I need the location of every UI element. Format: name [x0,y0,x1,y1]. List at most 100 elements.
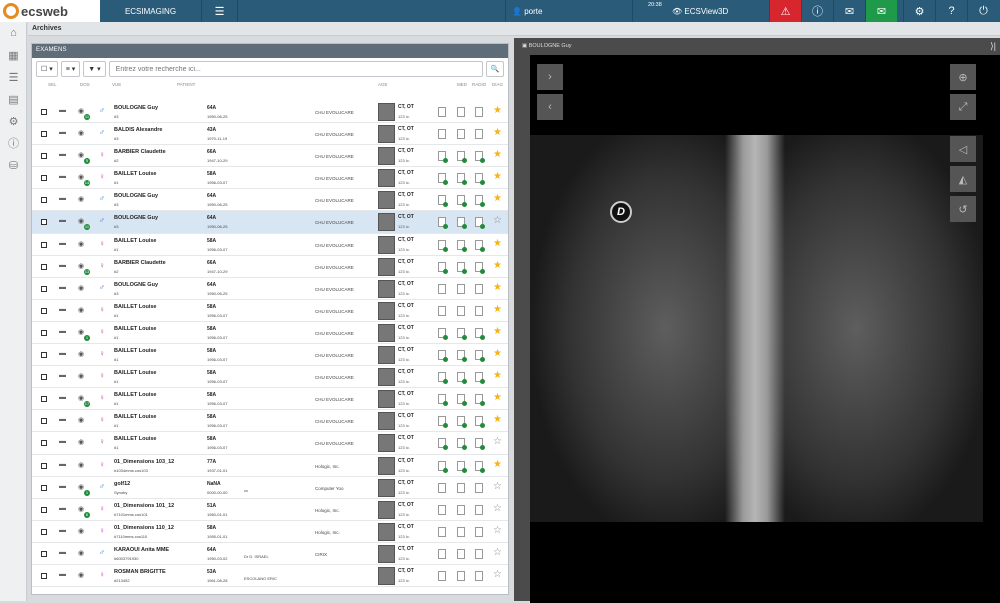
thumbnail-image[interactable] [378,213,395,232]
measure-icon[interactable]: ◁ [950,136,976,162]
radio-image-icon[interactable] [475,129,483,140]
thumbnail-image[interactable] [378,169,395,188]
filter-dropdown-button[interactable]: ▼ ▾ [83,61,106,77]
view-eye-icon[interactable]: ◉ [78,262,84,270]
fullscreen-icon[interactable]: ⤢ [950,94,976,120]
thumbnail-image[interactable] [378,368,395,387]
view-eye-icon[interactable]: ◉ [78,394,84,402]
star-icon[interactable]: ☆ [493,569,502,580]
star-icon[interactable]: ☆ [493,215,502,226]
chat-icon[interactable]: ✉ [833,0,865,22]
col-radio[interactable]: RADIO [472,82,486,87]
patient-name[interactable]: BAILLET Louise [114,326,156,332]
row-checkbox[interactable] [41,440,47,447]
star-icon[interactable]: ★ [493,260,502,271]
radio-image-icon[interactable] [475,173,485,186]
row-checkbox[interactable] [41,307,47,314]
alert-warning-icon[interactable]: ⚠ [769,0,801,22]
med-document-icon[interactable] [457,504,465,515]
radio-image-icon[interactable] [475,107,483,117]
row-checkbox[interactable] [41,285,47,292]
med-document-icon[interactable] [457,305,465,316]
view-eye-icon[interactable]: ◉ [78,151,84,159]
row-checkbox[interactable] [41,241,47,248]
report-clipboard-icon[interactable] [438,460,448,473]
patient-name[interactable]: golf12 [114,481,130,487]
radio-image-icon[interactable] [475,504,483,515]
med-document-icon[interactable] [457,526,465,537]
radio-image-icon[interactable] [475,261,485,274]
report-clipboard-icon[interactable] [438,327,448,340]
radio-image-icon[interactable] [475,438,485,451]
view-eye-icon[interactable]: ◉ [78,483,84,491]
table-row[interactable]: ▬ ◉ ♀ BAILLET Louise #1 58A 1956-03-07 CHU EVOL… [32,432,508,455]
folder-icon[interactable]: ▬ [59,173,66,180]
radio-image-icon[interactable] [475,217,485,230]
med-document-icon[interactable] [457,327,467,340]
thumbnail-image[interactable] [378,456,395,475]
patient-name[interactable]: 01_Dimensions 110_12 [114,525,174,531]
row-checkbox[interactable] [41,219,47,226]
med-document-icon[interactable] [457,548,465,559]
thumbnail-image[interactable] [378,544,395,563]
patient-name[interactable]: BALDIS Alexandre [114,127,162,133]
star-icon[interactable]: ☆ [493,525,502,536]
star-icon[interactable]: ★ [493,304,502,315]
report-clipboard-icon[interactable] [438,504,446,515]
radio-image-icon[interactable] [475,151,485,164]
hamburger-menu-icon[interactable]: ☰ [202,0,238,22]
med-document-icon[interactable] [457,482,465,493]
row-checkbox[interactable] [41,153,47,160]
table-row[interactable]: ▬ ◉ ♂ BOULOGNE Guy #3 64A 1950-06-25 CHU EVOLUC… [32,189,508,212]
patient-name[interactable]: 01_Dimensions 103_12 [114,459,174,465]
table-row[interactable]: ▬ ◉ 11 ♂ BOULOGNE Guy #3 64A 1950-06-25 CHU EVOL… [32,101,508,124]
layers-dropdown-button[interactable]: ≡ ▾ [60,61,81,77]
report-clipboard-icon[interactable] [438,305,446,316]
star-icon[interactable]: ★ [493,193,502,204]
star-icon[interactable]: ★ [493,171,502,182]
table-row[interactable]: ▬ ◉ ♀ BAILLET Louise #1 58A 1956-03-07 CHU EVOL… [32,410,508,433]
patient-name[interactable]: BARBIER Claudette [114,260,166,266]
patient-name[interactable]: BAILLET Louise [114,414,156,420]
view-eye-icon[interactable]: ◉ [78,549,84,557]
folder-icon[interactable]: ▬ [59,505,66,512]
row-checkbox[interactable] [41,329,47,336]
collapse-viewer-icon[interactable]: ⟩| [990,41,996,52]
folder-icon[interactable]: ▬ [59,350,66,357]
view-eye-icon[interactable]: ◉ [78,284,84,292]
user-menu[interactable]: 👤 porte [505,0,633,22]
med-document-icon[interactable] [457,438,467,451]
table-row[interactable]: ▬ ◉ ♀ ROSMAN BRIGITTE #213452 53A 1961-08-28 ES… [32,565,508,588]
viewer-selector[interactable]: 20:38 👁 ECSView3D [634,0,769,22]
med-document-icon[interactable] [457,239,467,252]
patient-name[interactable]: ROSMAN BRIGITTE [114,569,166,575]
report-clipboard-icon[interactable] [438,372,448,385]
radio-image-icon[interactable] [475,570,483,581]
home-icon[interactable]: ⌂ [0,22,27,44]
list-icon[interactable]: ☰ [0,66,27,88]
table-row[interactable]: ▬ ◉ 5 ♀ BARBIER Claudette #2 66A 1947-10-29 CHU … [32,145,508,168]
row-checkbox[interactable] [41,462,47,469]
col-diag[interactable]: DIAG [492,82,503,87]
star-icon[interactable]: ☆ [493,503,502,514]
folder-icon[interactable]: ▬ [59,527,66,534]
folder-icon[interactable]: ▬ [59,372,66,379]
patient-name[interactable]: BAILLET Louise [114,348,156,354]
row-checkbox[interactable] [41,263,47,270]
report-clipboard-icon[interactable] [438,129,446,140]
radio-image-icon[interactable] [475,482,483,493]
med-document-icon[interactable] [457,195,467,208]
star-icon[interactable]: ★ [493,414,502,425]
thumbnail-image[interactable] [378,478,395,497]
thumbnail-image[interactable] [378,500,395,519]
folder-icon[interactable]: ▬ [59,306,66,313]
table-row[interactable]: ▬ ◉ 1 ♂ golf12 Synoby NaNA 0000-00-00 xx Computer… [32,477,508,499]
folder-icon[interactable]: ▬ [59,571,66,578]
thumbnail-image[interactable] [378,191,395,210]
med-document-icon[interactable] [457,151,467,164]
info-icon[interactable]: ⓘ [0,132,27,154]
med-document-icon[interactable] [457,217,467,230]
table-row[interactable]: ▬ ◉ ♀ 01_Dimensions 103_12 #1034mms.cos103 77… [32,455,508,477]
patient-name[interactable]: BOULOGNE Guy [114,282,158,288]
row-checkbox[interactable] [41,175,47,182]
